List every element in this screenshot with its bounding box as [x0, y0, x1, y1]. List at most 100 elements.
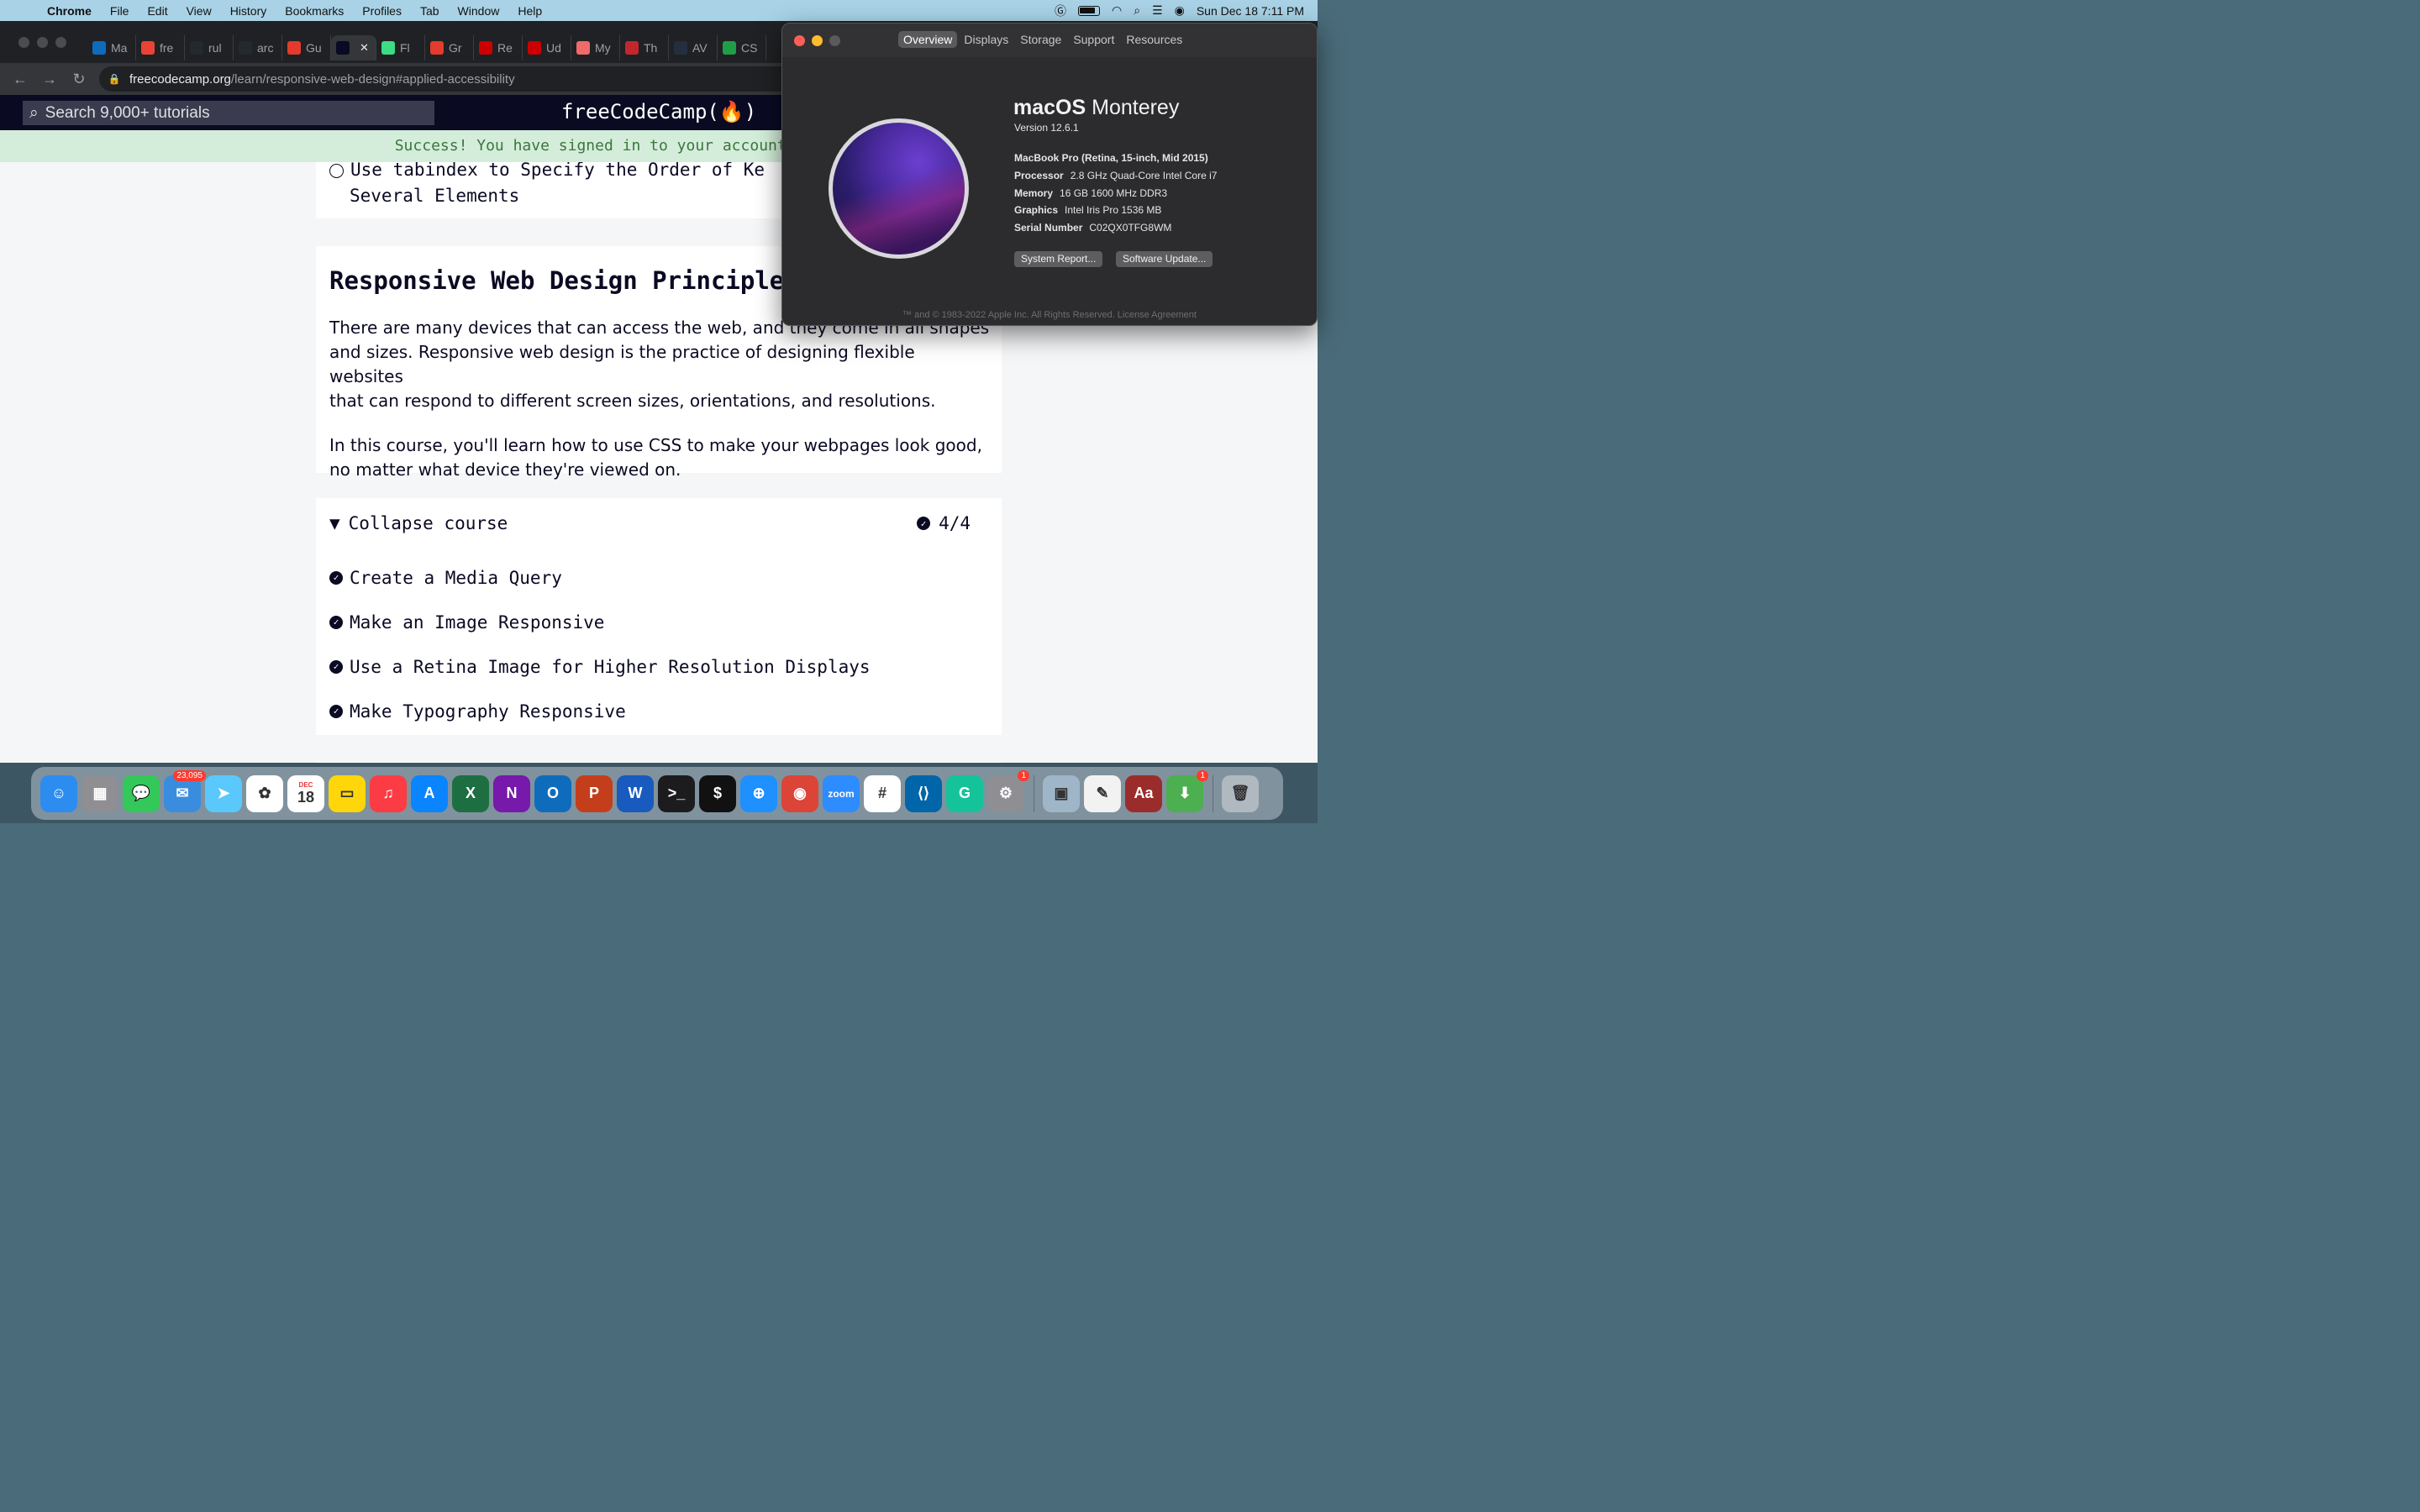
tab-active[interactable]: ✕ [331, 35, 376, 60]
maps-icon[interactable]: ➤ [205, 774, 242, 812]
browser-tab[interactable]: Fl [376, 35, 425, 60]
browser-tab[interactable]: Gr [425, 35, 474, 60]
legal-footer[interactable]: ™ and © 1983-2022 Apple Inc. All Rights … [782, 310, 1317, 320]
dock-glyph: G [958, 785, 971, 801]
browser-tab[interactable]: Th [620, 35, 669, 60]
fcc-logo[interactable]: freeCodeCamp(🔥) [561, 100, 756, 123]
course-progress: ✓ 4/4 [917, 513, 971, 533]
menubar-clock[interactable]: Sun Dec 18 7:11 PM [1197, 4, 1304, 18]
iterm-icon[interactable]: $ [699, 774, 736, 812]
excel-icon[interactable]: X [452, 774, 489, 812]
battery-icon[interactable] [1078, 5, 1100, 16]
system-report-button[interactable]: System Report... [1014, 251, 1103, 267]
lesson-item[interactable]: ✓ Make Typography Responsive [316, 689, 1002, 733]
messages-icon[interactable]: 💬 [123, 774, 160, 812]
dictionary-icon[interactable]: Aa [1125, 774, 1162, 812]
collapse-course-button[interactable]: ▼ Collapse course [329, 513, 508, 533]
check-circle-icon: ✓ [917, 517, 931, 530]
tab-support[interactable]: Support [1068, 31, 1119, 48]
word-icon[interactable]: W [617, 774, 654, 812]
spotlight-search-icon[interactable]: ⌕ [1134, 3, 1140, 18]
browser-tab[interactable]: Gu [282, 35, 331, 60]
notes-icon[interactable]: ▭ [329, 774, 366, 812]
reload-icon[interactable]: ↻ [69, 69, 89, 89]
browser-tab[interactable]: arc [234, 35, 282, 60]
chrome-icon[interactable]: ◉ [781, 774, 818, 812]
siri-icon[interactable]: ◉ [1175, 3, 1185, 18]
menu-bookmarks[interactable]: Bookmarks [276, 4, 353, 18]
grammarly-status-icon[interactable]: Ⓖ [1055, 3, 1066, 19]
menu-edit[interactable]: Edit [138, 4, 176, 18]
close-window-button[interactable] [18, 37, 29, 48]
terminal-icon[interactable]: >_ [658, 774, 695, 812]
about-tabs: Overview Displays Storage Support Resour… [898, 31, 1187, 48]
tab-overview[interactable]: Overview [898, 31, 958, 48]
lesson-item[interactable]: ✓ Create a Media Query [316, 555, 1002, 600]
finder-icon[interactable]: ☺ [40, 774, 77, 812]
photos-icon[interactable]: ✿ [246, 774, 283, 812]
software-update-button[interactable]: Software Update... [1116, 251, 1213, 267]
vscode-icon[interactable]: ⟨⟩ [905, 774, 942, 812]
textedit-icon[interactable]: ✎ [1084, 774, 1121, 812]
preview-icon[interactable]: ▣ [1043, 774, 1080, 812]
search-input[interactable]: ⌕ Search 9,000+ tutorials [23, 101, 434, 125]
powerpoint-icon[interactable]: P [576, 774, 613, 812]
safari-icon[interactable]: ⊕ [740, 774, 777, 812]
music-icon[interactable]: ♫ [370, 774, 407, 812]
zoom-icon[interactable]: zoom [823, 774, 860, 812]
trash-icon[interactable]: 🗑 [1222, 774, 1259, 812]
tab-list: Ma fre rul arc Gu ✕ Fl Gr Re Ud My Th AV CS [87, 33, 766, 63]
onenote-icon[interactable]: N [493, 774, 530, 812]
zoom-window-button[interactable] [55, 37, 66, 48]
dock-glyph: Aa [1134, 785, 1154, 801]
menu-file[interactable]: File [101, 4, 139, 18]
close-tab-icon[interactable]: ✕ [360, 41, 369, 55]
grammarly-icon[interactable]: G [946, 774, 983, 812]
tab-storage[interactable]: Storage [1015, 31, 1066, 48]
outlook-icon[interactable]: O [534, 774, 571, 812]
minimize-window-button[interactable] [37, 37, 48, 48]
calendar-icon[interactable]: DEC 18 [287, 774, 324, 812]
browser-tab[interactable]: Ud [523, 35, 571, 60]
menu-history[interactable]: History [221, 4, 276, 18]
browser-tab[interactable]: Ma [87, 35, 136, 60]
calendar-month: DEC [298, 780, 313, 789]
browser-tab[interactable]: Re [474, 35, 523, 60]
menu-app-name[interactable]: Chrome [44, 4, 101, 18]
menu-view[interactable]: View [177, 4, 221, 18]
dock-glyph: ➤ [217, 785, 230, 801]
wifi-icon[interactable]: ◠ [1112, 3, 1122, 18]
dock-glyph: ▣ [1054, 785, 1069, 801]
browser-tab[interactable]: CS [718, 35, 766, 60]
browser-tab[interactable]: fre [136, 35, 185, 60]
back-arrow-icon[interactable]: ← [10, 69, 30, 89]
mail-icon[interactable]: ✉ 23,095 [164, 769, 206, 812]
browser-tab[interactable]: AV [669, 35, 718, 60]
browser-tab[interactable]: My [571, 35, 620, 60]
zoom-window-button[interactable] [829, 35, 840, 46]
lock-icon[interactable]: 🔒 [99, 73, 129, 85]
menu-tab[interactable]: Tab [411, 4, 449, 18]
lesson-item[interactable]: Use tabindex to Specify the Order of Ke … [329, 162, 765, 209]
lesson-item[interactable]: ✓ Use a Retina Image for Higher Resolutio… [316, 644, 1002, 689]
menu-window[interactable]: Window [449, 4, 509, 18]
tab-displays[interactable]: Displays [959, 31, 1013, 48]
app-store-icon[interactable]: A [411, 774, 448, 812]
slack-icon[interactable]: # [864, 774, 901, 812]
menu-profiles[interactable]: Profiles [353, 4, 411, 18]
archive-utility-icon[interactable]: ⬇ 1 [1166, 769, 1208, 812]
lesson-item[interactable]: ✓ Make an Image Responsive [316, 600, 1002, 644]
system-preferences-icon[interactable]: ⚙ 1 [987, 769, 1029, 812]
section-intro: There are many devices that can access t… [329, 316, 993, 482]
launchpad-icon[interactable]: ▦ [82, 774, 118, 812]
control-center-icon[interactable]: ☰ [1152, 3, 1163, 18]
forward-arrow-icon[interactable]: → [39, 69, 60, 89]
tab-resources[interactable]: Resources [1121, 31, 1187, 48]
os-title: macOS Monterey [1013, 96, 1180, 119]
dock-glyph: ◉ [793, 785, 807, 801]
browser-tab[interactable]: rul [185, 35, 234, 60]
minimize-window-button[interactable] [812, 35, 823, 46]
github-icon [239, 41, 252, 55]
menu-help[interactable]: Help [508, 4, 551, 18]
close-window-button[interactable] [794, 35, 805, 46]
